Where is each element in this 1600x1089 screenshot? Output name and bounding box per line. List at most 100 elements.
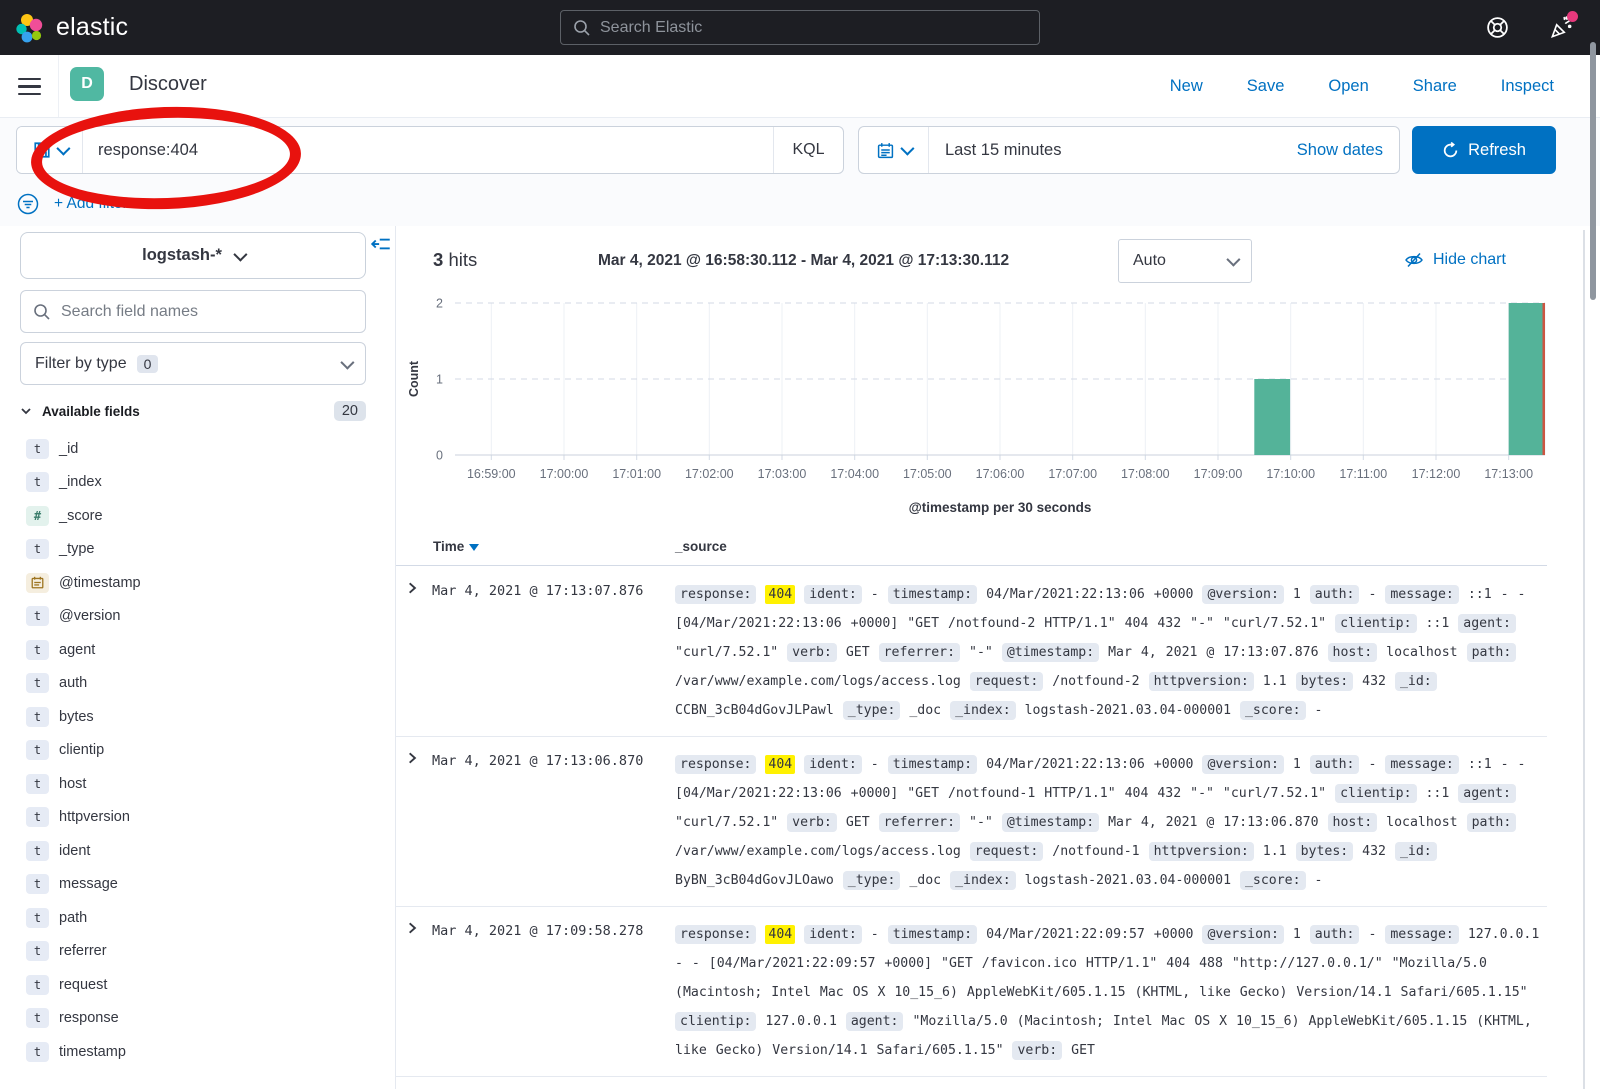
field-type-icon: t [26,673,49,693]
svg-text:17:01:00: 17:01:00 [612,467,661,481]
field-list-item[interactable]: t httpversion [0,801,396,835]
source-field-badge: _type: [843,871,901,890]
field-list-item[interactable]: t response [0,1002,396,1036]
filter-by-type-label: Filter by type [35,355,127,373]
scrollbar-thumb[interactable] [1590,42,1596,300]
nav-action-new[interactable]: New [1170,77,1203,96]
field-list-item[interactable]: t _index [0,466,396,500]
field-type-icon: t [26,774,49,794]
source-field-badge: message: [1385,755,1459,774]
expand-row-button[interactable] [405,921,419,940]
help-lifering-icon [1485,15,1510,40]
histogram-chart[interactable]: 16:59:0017:00:0017:01:0017:02:0017:03:00… [400,293,1560,528]
field-type-icon: t [26,472,49,492]
elastic-logo-icon [14,12,46,44]
time-range-value[interactable]: Last 15 minutes [929,127,1297,173]
field-list-item[interactable]: t referrer [0,935,396,969]
help-button[interactable] [1484,15,1510,41]
field-type-icon: t [26,439,49,459]
field-list-item[interactable]: t timestamp [0,1035,396,1069]
source-value: GET [1071,1043,1095,1058]
svg-text:17:06:00: 17:06:00 [976,467,1025,481]
refresh-label: Refresh [1468,141,1526,160]
source-value: - [1315,703,1323,718]
field-search-input[interactable]: Search field names [20,290,366,333]
field-list-item[interactable]: # _score [0,499,396,533]
highlighted-value: 404 [765,925,795,944]
source-value: GET [846,815,870,830]
kibana-discover-screen: elastic Search Elastic [0,0,1600,1089]
source-field-badge: _index: [950,871,1016,890]
field-type-icon: t [26,941,49,961]
field-search-placeholder: Search field names [61,303,198,321]
field-list-item[interactable]: t bytes [0,700,396,734]
source-field-badge: _score: [1240,701,1306,720]
source-field-badge: @version: [1202,585,1283,604]
index-pattern-name: logstash-* [142,246,222,265]
source-field-badge: host: [1328,643,1378,662]
field-type-icon: t [26,640,49,660]
nav-action-share[interactable]: Share [1413,77,1457,96]
interval-select[interactable]: Auto [1118,239,1252,283]
nav-action-save[interactable]: Save [1247,77,1285,96]
field-list-item[interactable]: t host [0,767,396,801]
field-name: message [59,876,118,892]
menu-hamburger-button[interactable] [18,78,41,95]
chevron-down-icon [20,405,32,417]
source-field-badge: referrer: [879,643,960,662]
date-picker-button[interactable] [859,127,929,173]
query-input[interactable]: response:404 [83,127,773,173]
field-name: @timestamp [59,575,141,591]
hits-summary: 3 hits [433,249,477,271]
field-list: t _id t _index # _score t _type @timesta… [0,432,396,1069]
collapse-sidebar-button[interactable] [371,234,391,259]
filter-icon[interactable] [16,192,40,216]
available-fields-header[interactable]: Available fields 20 [20,398,366,424]
expand-row-button[interactable] [405,581,419,600]
field-list-item[interactable]: t auth [0,667,396,701]
source-field-badge: bytes: [1296,842,1354,861]
svg-text:17:07:00: 17:07:00 [1048,467,1097,481]
expand-row-button[interactable] [405,751,419,770]
refresh-button[interactable]: Refresh [1412,126,1556,174]
field-list-item[interactable]: t request [0,968,396,1002]
elastic-brand[interactable]: elastic [0,12,128,44]
discover-app-badge[interactable]: D [70,67,104,101]
field-type-icon: t [26,606,49,626]
add-filter-link[interactable]: + Add filter [54,195,128,213]
query-language-button[interactable]: KQL [773,127,843,173]
source-field-badge: httpversion: [1149,842,1254,861]
source-field-badge: @version: [1202,925,1283,944]
field-list-item[interactable]: t ident [0,834,396,868]
saved-queries-button[interactable] [17,127,83,173]
source-field-badge: agent: [1458,784,1516,803]
index-pattern-selector[interactable]: logstash-* [20,232,366,279]
field-type-icon: t [26,707,49,727]
svg-text:17:10:00: 17:10:00 [1266,467,1315,481]
field-list-item[interactable]: t path [0,901,396,935]
hide-chart-button[interactable]: Hide chart [1404,250,1506,270]
source-value: 127.0.0.1 [765,1014,836,1029]
field-type-icon: t [26,539,49,559]
nav-action-open[interactable]: Open [1328,77,1368,96]
field-type-icon: t [26,975,49,995]
sort-desc-icon [469,544,479,551]
time-column-header[interactable]: Time [433,539,479,554]
field-list-item[interactable]: t _id [0,432,396,466]
field-list-item[interactable]: t message [0,868,396,902]
show-dates-link[interactable]: Show dates [1297,127,1399,173]
filter-by-type-dropdown[interactable]: Filter by type 0 [20,342,366,385]
nav-action-inspect[interactable]: Inspect [1501,77,1554,96]
field-list-item[interactable]: @timestamp [0,566,396,600]
source-value: 432 [1362,674,1386,689]
source-field-badge: verb: [787,813,837,832]
field-list-item[interactable]: t clientip [0,734,396,768]
news-feed-button[interactable] [1548,15,1574,41]
global-search-input[interactable]: Search Elastic [560,10,1040,45]
collapse-left-icon [371,234,391,254]
field-list-item[interactable]: t @version [0,600,396,634]
source-value: _doc [909,873,941,888]
field-list-item[interactable]: t agent [0,633,396,667]
field-list-item[interactable]: t _type [0,533,396,567]
svg-text:17:13:00: 17:13:00 [1484,467,1533,481]
